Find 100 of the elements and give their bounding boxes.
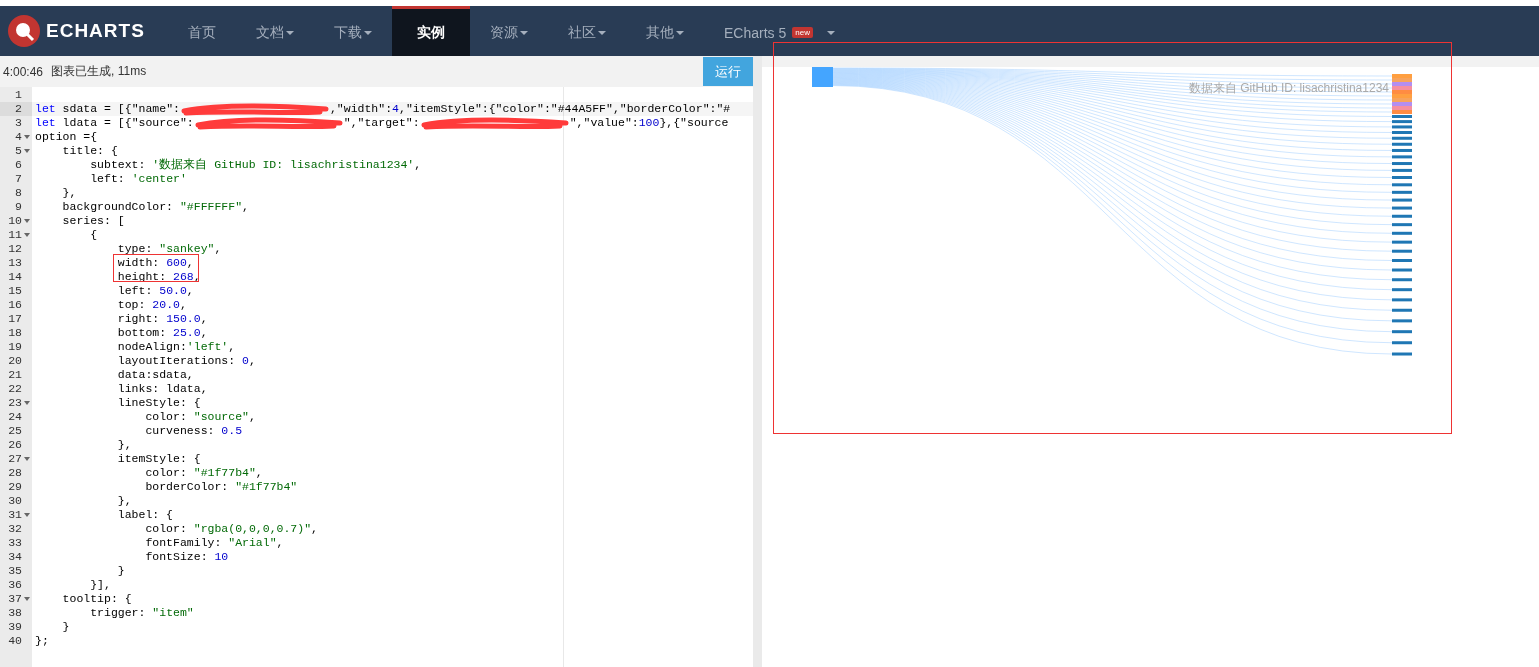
code-line: tooltip: { — [61, 592, 132, 606]
line-number: 23 — [7, 396, 22, 410]
fold-arrow-icon[interactable] — [24, 401, 30, 405]
line-number: 21 — [7, 368, 22, 382]
nav-tab[interactable]: 实例 — [392, 6, 470, 56]
code-line: color: "source", — [144, 410, 256, 424]
line-number: 2 — [14, 102, 22, 116]
fold-arrow-icon[interactable] — [24, 233, 30, 237]
target-node[interactable] — [1392, 82, 1412, 86]
run-button[interactable]: 运行 — [703, 57, 753, 86]
fold-arrow-icon[interactable] — [24, 513, 30, 517]
target-node[interactable] — [1392, 214, 1412, 218]
line-number: 19 — [7, 340, 22, 354]
chart-subtitle: 数据来自 GitHub ID: lisachristina1234 — [1188, 80, 1389, 97]
target-node[interactable] — [1392, 120, 1412, 124]
target-node[interactable] — [1392, 183, 1412, 187]
code-line: }, — [116, 438, 132, 452]
line-number: 1 — [14, 88, 22, 102]
target-node[interactable] — [1392, 78, 1412, 82]
target-node[interactable] — [1392, 198, 1412, 202]
target-node[interactable] — [1392, 142, 1412, 146]
nav-tab[interactable]: ECharts 5 new — [704, 6, 855, 56]
target-node[interactable] — [1392, 240, 1412, 244]
target-node[interactable] — [1392, 259, 1412, 262]
nav-tab[interactable]: 其他 — [626, 6, 704, 56]
target-node[interactable] — [1392, 90, 1412, 94]
code-line: lineStyle: { — [116, 396, 201, 410]
code-line: }; — [34, 634, 49, 648]
code-line: label: { — [116, 508, 174, 522]
code-line: type: "sankey", — [116, 242, 222, 256]
line-number: 13 — [7, 256, 22, 270]
line-number: 7 — [14, 172, 22, 186]
code-editor[interactable] — [0, 87, 753, 667]
target-node[interactable] — [1392, 249, 1412, 253]
fold-arrow-icon[interactable] — [24, 457, 30, 461]
status-message: 图表已生成, 11ms — [51, 63, 147, 80]
target-node[interactable] — [1392, 268, 1412, 272]
fold-arrow-icon[interactable] — [24, 597, 30, 601]
code-line: color: "#1f77b4", — [144, 466, 263, 480]
flow-line[interactable] — [832, 67, 1393, 77]
line-number: 9 — [14, 200, 22, 214]
target-node[interactable] — [1392, 330, 1412, 334]
line-number: 38 — [7, 606, 22, 620]
code-line: let sdata = [{"name": ,"width":4,"itemStyle":{"color":"#44A5FF","borderColor":"# — [34, 102, 731, 116]
fold-arrow-icon[interactable] — [24, 149, 30, 153]
nav-tab[interactable]: 文档 — [236, 6, 314, 56]
line-number: 17 — [7, 312, 22, 326]
nav-tab[interactable]: 资源 — [470, 6, 548, 56]
target-node[interactable] — [1392, 86, 1412, 90]
code-line: trigger: "item" — [89, 606, 194, 620]
logo-text[interactable]: ECHARTS — [46, 20, 145, 42]
target-node[interactable] — [1392, 308, 1412, 312]
nav-tab[interactable]: 首页 — [168, 6, 236, 56]
logo-icon — [8, 15, 40, 47]
code-line: fontFamily: "Arial", — [144, 536, 284, 550]
target-node[interactable] — [1392, 278, 1412, 282]
target-node[interactable] — [1392, 115, 1412, 118]
target-node[interactable] — [1392, 288, 1412, 292]
nav-tab[interactable]: 社区 — [548, 6, 626, 56]
code-line: itemStyle: { — [116, 452, 201, 466]
target-node[interactable] — [1392, 298, 1412, 302]
source-node[interactable] — [812, 67, 833, 87]
line-number: 29 — [7, 480, 22, 494]
fold-arrow-icon[interactable] — [24, 135, 30, 139]
line-number: 24 — [7, 410, 22, 424]
status-time: 4:00:46 — [2, 64, 44, 79]
target-node[interactable] — [1392, 136, 1412, 140]
line-number: 32 — [7, 522, 22, 536]
target-node[interactable] — [1392, 131, 1412, 134]
target-node[interactable] — [1392, 74, 1412, 78]
target-node[interactable] — [1392, 206, 1412, 210]
target-node[interactable] — [1392, 190, 1412, 194]
target-node[interactable] — [1392, 98, 1412, 102]
new-badge: new — [792, 27, 813, 38]
code-line: borderColor: "#1f77b4" — [144, 480, 298, 494]
target-node[interactable] — [1392, 155, 1412, 159]
line-number: 18 — [7, 326, 22, 340]
target-node[interactable] — [1392, 106, 1412, 110]
line-number: 36 — [7, 578, 22, 592]
target-node[interactable] — [1392, 110, 1412, 114]
target-node[interactable] — [1392, 231, 1412, 235]
target-node[interactable] — [1392, 162, 1412, 166]
target-node[interactable] — [1392, 176, 1412, 179]
code-line: title: { — [61, 144, 118, 158]
target-node[interactable] — [1392, 148, 1412, 152]
target-node[interactable] — [1392, 125, 1412, 129]
code-line: width: 600, — [116, 256, 194, 270]
line-number: 14 — [7, 270, 22, 284]
target-node[interactable] — [1392, 168, 1412, 172]
target-node[interactable] — [1392, 352, 1412, 356]
target-node[interactable] — [1392, 102, 1412, 106]
code-line: let ldata = [{"source": ","target": ","value":100},{"source — [34, 116, 729, 130]
line-number: 4 — [14, 130, 22, 144]
code-line: bottom: 25.0, — [116, 326, 208, 340]
code-line: { — [89, 228, 98, 242]
target-node[interactable] — [1392, 319, 1412, 323]
fold-arrow-icon[interactable] — [24, 219, 30, 223]
target-node[interactable] — [1392, 223, 1412, 227]
nav-tab[interactable]: 下载 — [314, 6, 392, 56]
target-node[interactable] — [1392, 341, 1412, 345]
